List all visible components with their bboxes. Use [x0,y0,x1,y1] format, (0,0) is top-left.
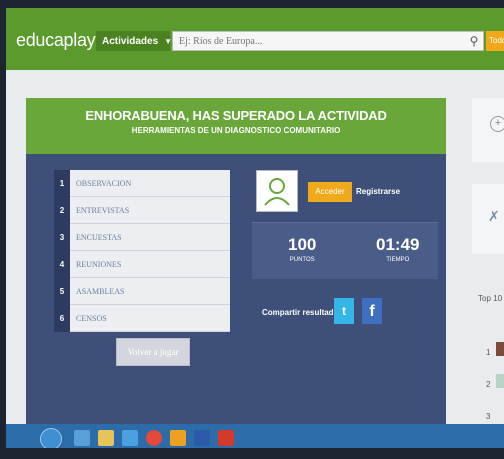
score-value: 100 [288,235,317,254]
list-item: 4 REUNIONES [54,251,230,278]
activity-result-panel: ENHORABUENA, HAS SUPERADO LA ACTIVIDAD H… [26,98,446,428]
share-label: Compartir resultado: [262,308,342,317]
twitter-share-icon[interactable]: t [334,298,354,324]
item-label: CENSOS [70,305,230,332]
screen: educaplay Actividades ▼ ⚲ Todo ENHORABUE… [6,8,504,448]
app-icon[interactable] [170,430,186,446]
browser-icon[interactable] [74,430,90,446]
list-item: 6 CENSOS [54,305,230,332]
chevron-down-icon: ▼ [164,36,173,46]
time-caption: TIEMPO [386,257,410,263]
login-button[interactable]: Acceder [308,182,352,202]
category-dropdown[interactable]: Actividades ▼ [96,31,173,51]
rank-avatar [496,342,504,356]
item-label: OBSERVACION [70,170,230,197]
user-avatar-icon [256,170,298,212]
chrome-icon[interactable] [146,430,162,446]
tools-icon: ✗ [488,208,500,224]
list-item: 3 ENCUESTAS [54,224,230,251]
answer-list: 1 OBSERVACION 2 ENTREVISTAS 3 ENCUESTAS … [54,170,230,332]
plus-icon[interactable]: + [490,116,504,132]
list-item: 2 ENTREVISTAS [54,197,230,224]
list-item: 1 OBSERVACION [54,170,230,197]
item-label: ENCUESTAS [70,224,230,251]
item-number: 5 [54,278,70,305]
category-label: Actividades [102,35,159,47]
word-icon[interactable] [194,430,210,446]
time-value: 01:49 [376,235,420,254]
score-panel: 100 PUNTOS 01:49 TIEMPO [252,222,438,279]
rank-number: 1 [486,348,491,357]
todo-button[interactable]: Todo [486,31,504,51]
item-number: 3 [54,224,70,251]
result-header: ENHORABUENA, HAS SUPERADO LA ACTIVIDAD H… [26,98,446,154]
rank-number: 3 [486,412,491,421]
item-label: ENTREVISTAS [70,197,230,224]
score-stat: 100 PUNTOS [288,235,316,263]
start-button-icon[interactable] [40,428,62,448]
top-bar: educaplay Actividades ▼ ⚲ Todo [6,8,504,70]
search-input[interactable] [172,31,484,51]
rank-avatar [496,374,504,388]
replay-button[interactable]: Volver a jugar [116,338,190,366]
item-number: 1 [54,170,70,197]
item-number: 6 [54,305,70,332]
item-number: 4 [54,251,70,278]
folder-icon[interactable] [98,430,114,446]
media-player-icon[interactable] [122,430,138,446]
pdf-icon[interactable] [218,430,234,446]
item-label: REUNIONES [70,251,230,278]
rank-number: 2 [486,380,491,389]
result-title: ENHORABUENA, HAS SUPERADO LA ACTIVIDAD [85,108,387,123]
facebook-share-icon[interactable]: f [362,298,382,324]
activity-subtitle: HERRAMIENTAS DE UN DIAGNOSTICO COMUNITAR… [131,126,341,135]
top-ranking-label: Top 10 r [478,294,504,303]
list-item: 5 ASAMBLEAS [54,278,230,305]
score-caption: PUNTOS [289,257,315,263]
time-stat: 01:49 TIEMPO [376,235,419,263]
search-icon[interactable]: ⚲ [464,31,484,51]
item-number: 2 [54,197,70,224]
register-link[interactable]: Registrarse [356,183,400,201]
item-label: ASAMBLEAS [70,278,230,305]
educaplay-logo[interactable]: educaplay [16,30,96,51]
